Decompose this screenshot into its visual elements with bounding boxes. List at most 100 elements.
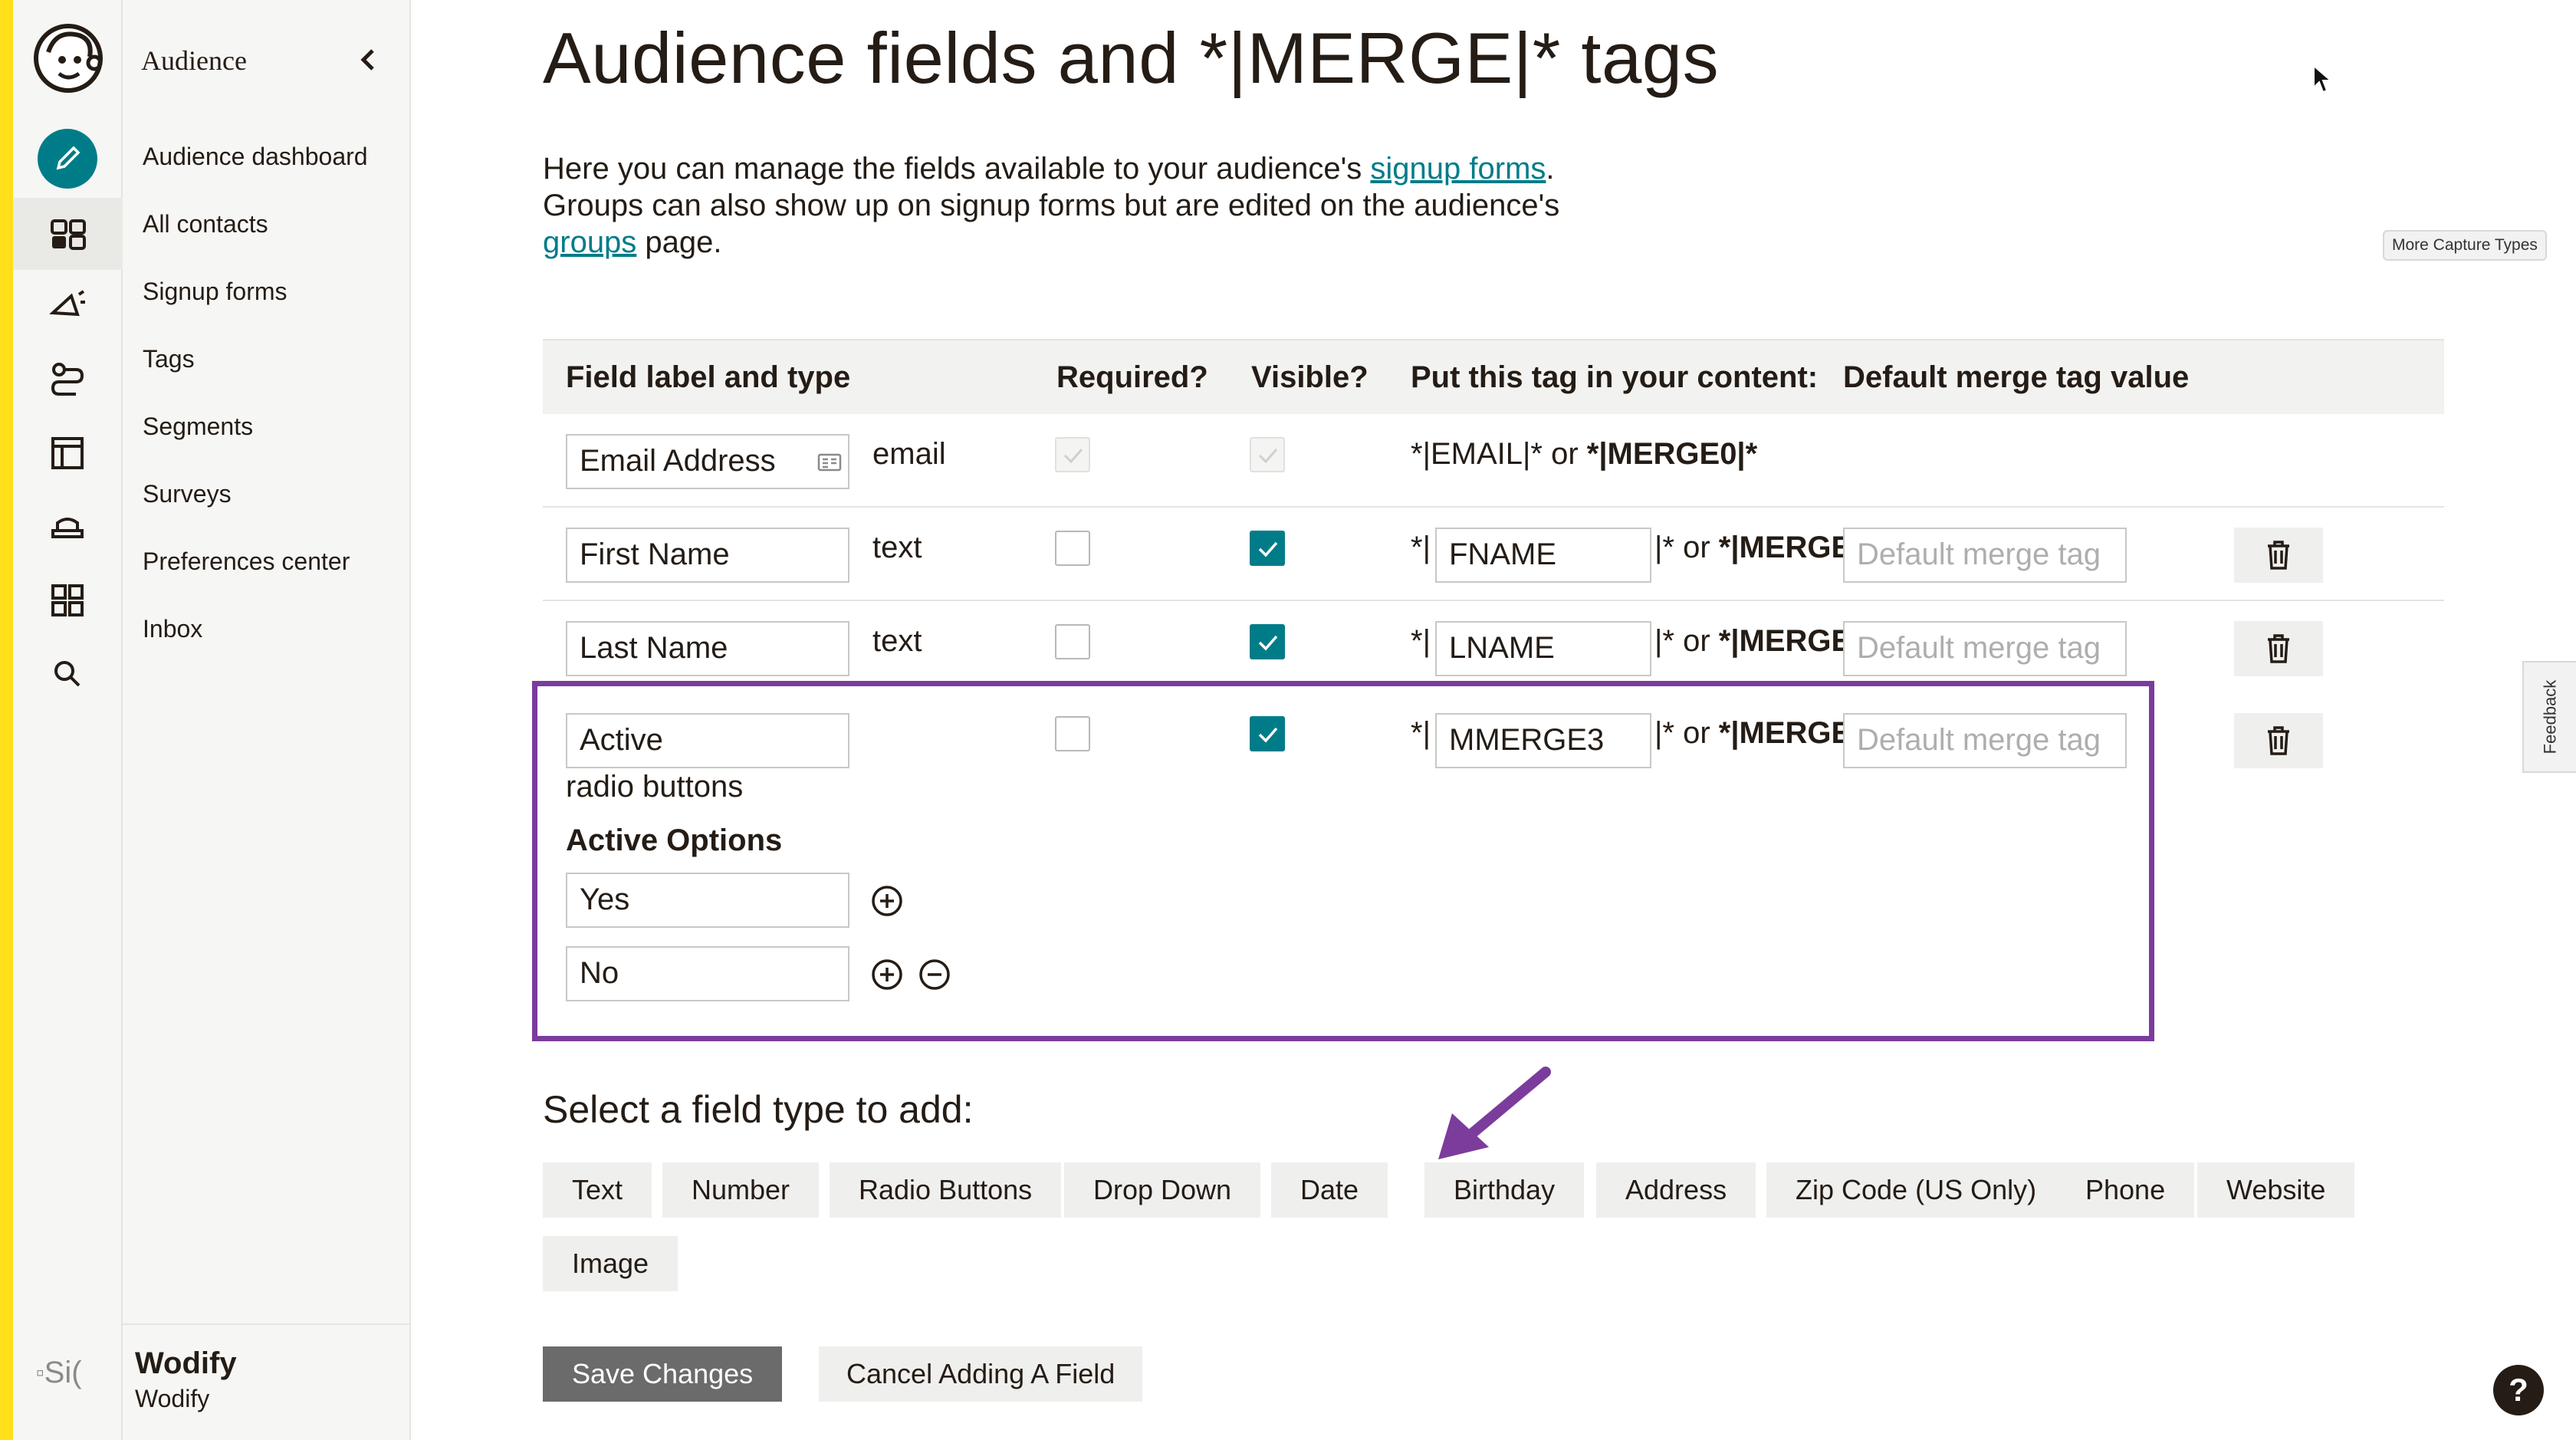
account-name: Wodify xyxy=(135,1346,237,1380)
remove-option-icon[interactable] xyxy=(918,958,951,991)
options-title: Active Options xyxy=(566,824,783,857)
required-checkbox[interactable] xyxy=(1055,716,1090,751)
required-checkbox xyxy=(1055,437,1090,472)
merge-tag-prefix: *| xyxy=(1411,531,1431,564)
add-phone-field-button[interactable]: Phone xyxy=(2056,1162,2195,1218)
groups-link[interactable]: groups xyxy=(543,225,636,259)
cancel-adding-field-button[interactable]: Cancel Adding A Field xyxy=(819,1346,1143,1402)
check-icon xyxy=(1258,635,1278,651)
add-option-icon[interactable] xyxy=(871,958,903,991)
default-value-input[interactable]: Default merge tag xyxy=(1843,528,2127,583)
trash-icon xyxy=(2268,541,2289,570)
check-icon xyxy=(1258,449,1278,464)
col-required: Required? xyxy=(1056,360,1208,394)
contact-card-icon xyxy=(817,453,842,472)
field-label-input[interactable]: Last Name xyxy=(566,621,849,676)
field-label-input[interactable]: Active xyxy=(566,713,849,768)
audience-icon xyxy=(50,219,86,250)
check-icon xyxy=(1258,541,1278,557)
mailchimp-logo-icon[interactable] xyxy=(31,20,105,98)
automation-icon xyxy=(51,363,84,396)
search-icon xyxy=(54,661,80,687)
add-radio-buttons-field-button[interactable]: Radio Buttons xyxy=(830,1162,1062,1218)
add-field-label: Select a field type to add: xyxy=(543,1088,974,1131)
account-switcher[interactable]: Wodify Wodify xyxy=(123,1323,411,1440)
field-type: text xyxy=(872,624,922,658)
add-birthday-field-button[interactable]: Birthday xyxy=(1424,1162,1585,1218)
option-input-no[interactable]: No xyxy=(566,946,849,1001)
visible-checkbox[interactable] xyxy=(1250,716,1285,751)
merge-tag-or: |* or xyxy=(1654,531,1719,564)
nav-item-all-contacts[interactable]: All contacts xyxy=(143,202,368,270)
more-capture-types-button[interactable]: More Capture Types xyxy=(2383,230,2547,261)
website-nav-icon[interactable] xyxy=(41,426,94,480)
nav-item-inbox[interactable]: Inbox xyxy=(143,607,368,675)
add-number-field-button[interactable]: Number xyxy=(662,1162,820,1218)
layout-icon xyxy=(51,437,84,469)
intro-text-2: . xyxy=(1546,152,1555,186)
help-button[interactable]: ? xyxy=(2493,1365,2544,1415)
add-address-field-button[interactable]: Address xyxy=(1596,1162,1756,1218)
field-label-input[interactable]: Email Address xyxy=(566,434,849,489)
delete-field-button[interactable] xyxy=(2234,528,2323,583)
intro-text: Here you can manage the fields available… xyxy=(543,150,1616,261)
add-website-field-button[interactable]: Website xyxy=(2197,1162,2355,1218)
chevron-left-icon[interactable] xyxy=(353,44,383,75)
field-type: email xyxy=(872,437,946,471)
page-title: Audience fields and *|MERGE|* tags xyxy=(543,18,1720,98)
default-value-input[interactable]: Default merge tag xyxy=(1843,621,2127,676)
check-icon xyxy=(1258,727,1278,743)
intro-text-1: Here you can manage the fields available… xyxy=(543,152,1371,186)
nav-item-audience-dashboard[interactable]: Audience dashboard xyxy=(143,135,368,202)
visible-checkbox[interactable] xyxy=(1250,531,1285,566)
signup-forms-link[interactable]: signup forms xyxy=(1370,152,1546,186)
megaphone-icon xyxy=(49,290,85,317)
annotation-arrow-icon xyxy=(1438,1067,1551,1159)
trash-icon xyxy=(2268,634,2289,663)
audience-nav-icon[interactable] xyxy=(13,198,123,270)
nav-item-segments[interactable]: Segments xyxy=(143,405,368,472)
add-drop-down-field-button[interactable]: Drop Down xyxy=(1064,1162,1261,1218)
add-text-field-button[interactable]: Text xyxy=(543,1162,652,1218)
mouse-cursor-icon xyxy=(2313,64,2333,94)
merge-tag-input[interactable]: LNAME xyxy=(1435,621,1651,676)
delete-field-button[interactable] xyxy=(2234,713,2323,768)
visible-checkbox[interactable] xyxy=(1250,624,1285,659)
content-nav-icon[interactable] xyxy=(41,500,94,554)
nav-item-preferences-center[interactable]: Preferences center xyxy=(143,540,368,607)
icon-rail: ▫ Si( xyxy=(13,0,123,1440)
integrations-nav-icon[interactable] xyxy=(41,574,94,627)
feedback-tab[interactable]: Feedback xyxy=(2522,661,2576,773)
save-changes-button[interactable]: Save Changes xyxy=(543,1346,783,1402)
nav-item-signup-forms[interactable]: Signup forms xyxy=(143,270,368,337)
merge-tag-index: *|MERGE0|* xyxy=(1586,437,1758,471)
nav-header: Audience xyxy=(141,45,247,76)
field-label-value: Email Address xyxy=(580,444,776,478)
campaigns-nav-icon[interactable] xyxy=(41,279,94,333)
automations-nav-icon[interactable] xyxy=(41,353,94,406)
merge-tag-prefix: *| xyxy=(1411,716,1431,750)
merge-tag-input[interactable]: FNAME xyxy=(1435,528,1651,583)
search-nav-icon[interactable] xyxy=(41,647,94,701)
nav-item-tags[interactable]: Tags xyxy=(143,337,368,405)
default-value-input[interactable]: Default merge tag xyxy=(1843,713,2127,768)
table-row-active: Active radio buttons Active Options Yes … xyxy=(543,687,2444,1040)
create-button[interactable] xyxy=(38,129,97,189)
required-checkbox[interactable] xyxy=(1055,531,1090,566)
option-input-yes[interactable]: Yes xyxy=(566,873,849,928)
nav-item-surveys[interactable]: Surveys xyxy=(143,472,368,540)
add-date-field-button[interactable]: Date xyxy=(1271,1162,1388,1218)
account-avatar[interactable]: ▫ Si( xyxy=(36,1356,82,1390)
fields-table-header: Field label and type Required? Visible? … xyxy=(543,339,2444,414)
field-label-input[interactable]: First Name xyxy=(566,528,849,583)
col-field-label: Field label and type xyxy=(566,360,851,394)
merge-tag-input[interactable]: MMERGE3 xyxy=(1435,713,1651,768)
field-type: radio buttons xyxy=(566,770,744,804)
required-checkbox[interactable] xyxy=(1055,624,1090,659)
merge-tag-text: *|EMAIL|* or *|MERGE0|* xyxy=(1411,437,1757,472)
add-option-icon[interactable] xyxy=(871,885,903,917)
add-zip-code-field-button[interactable]: Zip Code (US Only) xyxy=(1766,1162,2066,1218)
add-image-field-button[interactable]: Image xyxy=(543,1236,678,1291)
delete-field-button[interactable] xyxy=(2234,621,2323,676)
col-visible: Visible? xyxy=(1251,360,1368,394)
